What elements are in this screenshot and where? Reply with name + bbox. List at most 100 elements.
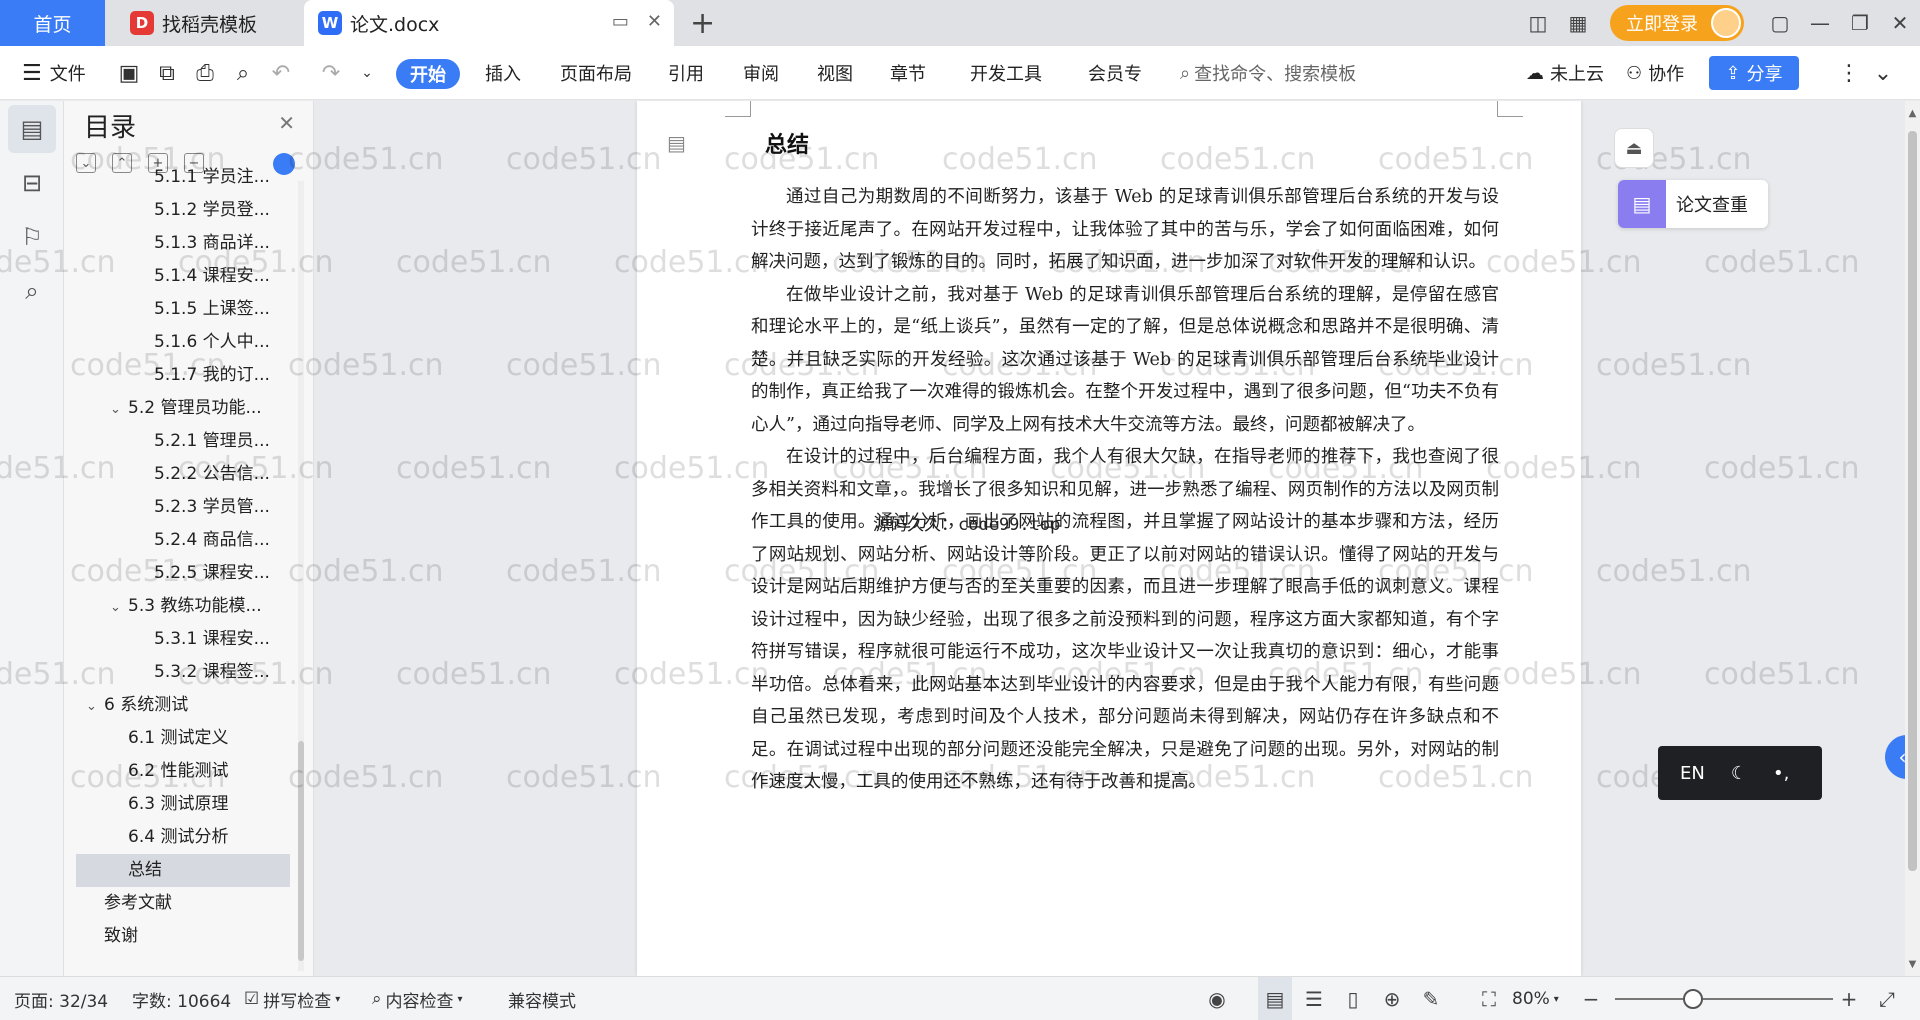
tab-docer-templates[interactable]: D 找稻壳模板 [112, 0, 302, 46]
toc-item[interactable]: 5.1.1 学员注... [64, 161, 294, 194]
eye-protection-icon[interactable]: ◉ [1200, 977, 1234, 1020]
more-icon[interactable]: ⋮ [1832, 46, 1866, 100]
eject-icon[interactable]: ⏏ [1614, 128, 1654, 168]
reading-view-icon[interactable]: ▯ [1336, 977, 1370, 1020]
apps-grid-icon[interactable]: ▦ [1558, 0, 1598, 46]
document-page[interactable]: ▤ 总结 通过自己为期数周的不间断努力，该基于 Web 的足球青训俱乐部管理后台… [637, 101, 1581, 976]
spell-check[interactable]: ☑ 拼写检查 ▾ [244, 977, 340, 1020]
toc-item[interactable]: 5.2.4 商品信... [64, 524, 294, 557]
toc-item[interactable]: ⌄ 6 系统测试 [64, 689, 294, 722]
restore-icon[interactable]: ❐ [1840, 0, 1880, 46]
toc-scrollbar[interactable] [298, 181, 304, 971]
ime-lang[interactable]: EN [1680, 763, 1705, 784]
export-icon[interactable]: ⧉ [150, 46, 184, 100]
scroll-up-icon[interactable]: ▲ [1905, 105, 1920, 121]
content-check[interactable]: ⌕ 内容检查 ▾ [372, 977, 463, 1020]
zoom-slider-handle[interactable] [1683, 989, 1703, 1009]
zoom-slider[interactable] [1615, 998, 1833, 1000]
toc-item[interactable]: 5.1.6 个人中... [64, 326, 294, 359]
tab-insert[interactable]: 插入 [485, 46, 521, 100]
command-search[interactable]: ⌕ 查找命令、搜索模板 [1180, 46, 1356, 100]
tab-references[interactable]: 引用 [668, 46, 704, 100]
paper-check-button[interactable]: ▤ 论文查重 [1618, 180, 1768, 228]
save-icon[interactable]: ▣ [112, 46, 146, 100]
toc-item[interactable]: 6.3 测试原理 [64, 788, 294, 821]
fit-page-icon[interactable]: ⛶ [1472, 977, 1506, 1020]
tab-chapter[interactable]: 章节 [890, 46, 926, 100]
toc-item[interactable]: 6.4 测试分析 [64, 821, 294, 854]
write-view-icon[interactable]: ✎ [1414, 977, 1448, 1020]
toc-item[interactable]: 5.2.2 公告信... [64, 458, 294, 491]
print-icon[interactable]: ⎙ [188, 46, 222, 100]
tab-home[interactable]: 首页 [0, 0, 105, 46]
toc-item[interactable]: 5.2.3 学员管... [64, 491, 294, 524]
undo-icon[interactable]: ↶ [264, 46, 298, 100]
cloud-status[interactable]: ☁ 未上云 [1526, 46, 1604, 100]
toc-item[interactable]: ⌄ 5.3 教练功能模... [64, 590, 294, 623]
page-indicator[interactable]: 页面: 32/34 [14, 977, 108, 1020]
toc-item[interactable]: 参考文献 [64, 887, 294, 920]
zoom-in-icon[interactable]: + [1832, 977, 1866, 1020]
outline-view-icon[interactable]: ☰ [1297, 977, 1331, 1020]
chevron-down-icon[interactable]: ⌄ [110, 393, 128, 425]
page-view-icon[interactable]: ▤ [1258, 977, 1292, 1020]
zoom-level[interactable]: 80% ▾ [1512, 977, 1559, 1020]
toc-item[interactable]: 6.2 性能测试 [64, 755, 294, 788]
print-preview-icon[interactable]: ⌕ [226, 46, 260, 100]
layout-switch-icon[interactable]: ◫ [1518, 0, 1558, 46]
toc-item[interactable]: 5.3.2 课程签... [64, 656, 294, 689]
bookmark-icon[interactable]: ⚐ [8, 213, 56, 261]
word-count[interactable]: 字数: 10664 [132, 977, 231, 1020]
redo-icon[interactable]: ↷ [314, 46, 348, 100]
close-icon[interactable]: ✕ [278, 111, 295, 135]
zoom-out-icon[interactable]: − [1574, 977, 1608, 1020]
window-mode-icon[interactable]: ▭ [612, 11, 629, 32]
ime-toolbar[interactable]: EN ☾ •, [1658, 746, 1822, 800]
toc-item[interactable]: ⌄ 5.2 管理员功能... [64, 392, 294, 425]
outline-icon[interactable]: ⊟ [8, 159, 56, 207]
fullscreen-icon[interactable]: ⤢ [1870, 977, 1904, 1020]
toc-item[interactable]: 5.1.5 上课签... [64, 293, 294, 326]
tab-review[interactable]: 审阅 [743, 46, 779, 100]
toc-item[interactable]: 5.1.2 学员登... [64, 194, 294, 227]
user-icon: ⚇ [1626, 62, 1643, 84]
collapse-ribbon-icon[interactable]: ⌄ [1866, 46, 1900, 100]
toc-item[interactable]: 5.1.7 我的订... [64, 359, 294, 392]
toc-item[interactable]: 5.1.3 商品详... [64, 227, 294, 260]
toc-item[interactable]: 5.2.1 管理员... [64, 425, 294, 458]
tab-view[interactable]: 视图 [817, 46, 853, 100]
toc-item[interactable]: 6.1 测试定义 [64, 722, 294, 755]
toc-item[interactable]: 致谢 [64, 920, 294, 951]
close-tab-icon[interactable]: ✕ [647, 11, 662, 32]
punctuation-icon[interactable]: •, [1773, 763, 1789, 784]
scroll-down-icon[interactable]: ▼ [1905, 956, 1920, 972]
toc-item[interactable]: 5.3.1 课程安... [64, 623, 294, 656]
tab-member[interactable]: 会员专 [1088, 46, 1142, 100]
vertical-scrollbar[interactable]: ▲ ▼ [1905, 101, 1920, 976]
chevron-down-icon[interactable]: ⌄ [86, 690, 104, 722]
login-button[interactable]: 立即登录 [1610, 5, 1744, 41]
find-icon[interactable]: ⌕ [8, 267, 56, 315]
toc-item[interactable]: 总结 [76, 854, 290, 887]
tab-layout[interactable]: 页面布局 [560, 46, 632, 100]
skin-icon[interactable]: ▢ [1760, 0, 1800, 46]
file-menu[interactable]: ☰ 文件 [22, 46, 86, 100]
share-button[interactable]: ⇪ 分享 [1709, 56, 1799, 90]
chevron-down-icon[interactable]: ⌄ [110, 591, 128, 623]
moon-icon[interactable]: ☾ [1731, 763, 1747, 784]
web-view-icon[interactable]: ⊕ [1375, 977, 1409, 1020]
more-dropdown-icon[interactable]: ⌄ [350, 46, 384, 100]
new-tab-button[interactable]: + [690, 6, 715, 41]
collab-button[interactable]: ⚇ 协作 [1626, 46, 1684, 100]
tab-dev-tools[interactable]: 开发工具 [970, 46, 1042, 100]
tab-start[interactable]: 开始 [396, 59, 460, 89]
toc-panel-icon[interactable]: ▤ [8, 105, 56, 153]
close-window-icon[interactable]: ✕ [1880, 0, 1920, 46]
document-body[interactable]: 通过自己为期数周的不间断努力，该基于 Web 的足球青训俱乐部管理后台系统的开发… [751, 181, 1499, 799]
toc-item[interactable]: 5.1.4 课程安... [64, 260, 294, 293]
toc-item[interactable]: 5.2.5 课程安... [64, 557, 294, 590]
doc-icon[interactable]: ▤ [667, 131, 686, 155]
minimize-icon[interactable]: — [1800, 0, 1840, 46]
tab-document[interactable]: W 论文.docx ▭ ✕ [304, 0, 674, 46]
compat-mode[interactable]: 兼容模式 [508, 977, 576, 1020]
